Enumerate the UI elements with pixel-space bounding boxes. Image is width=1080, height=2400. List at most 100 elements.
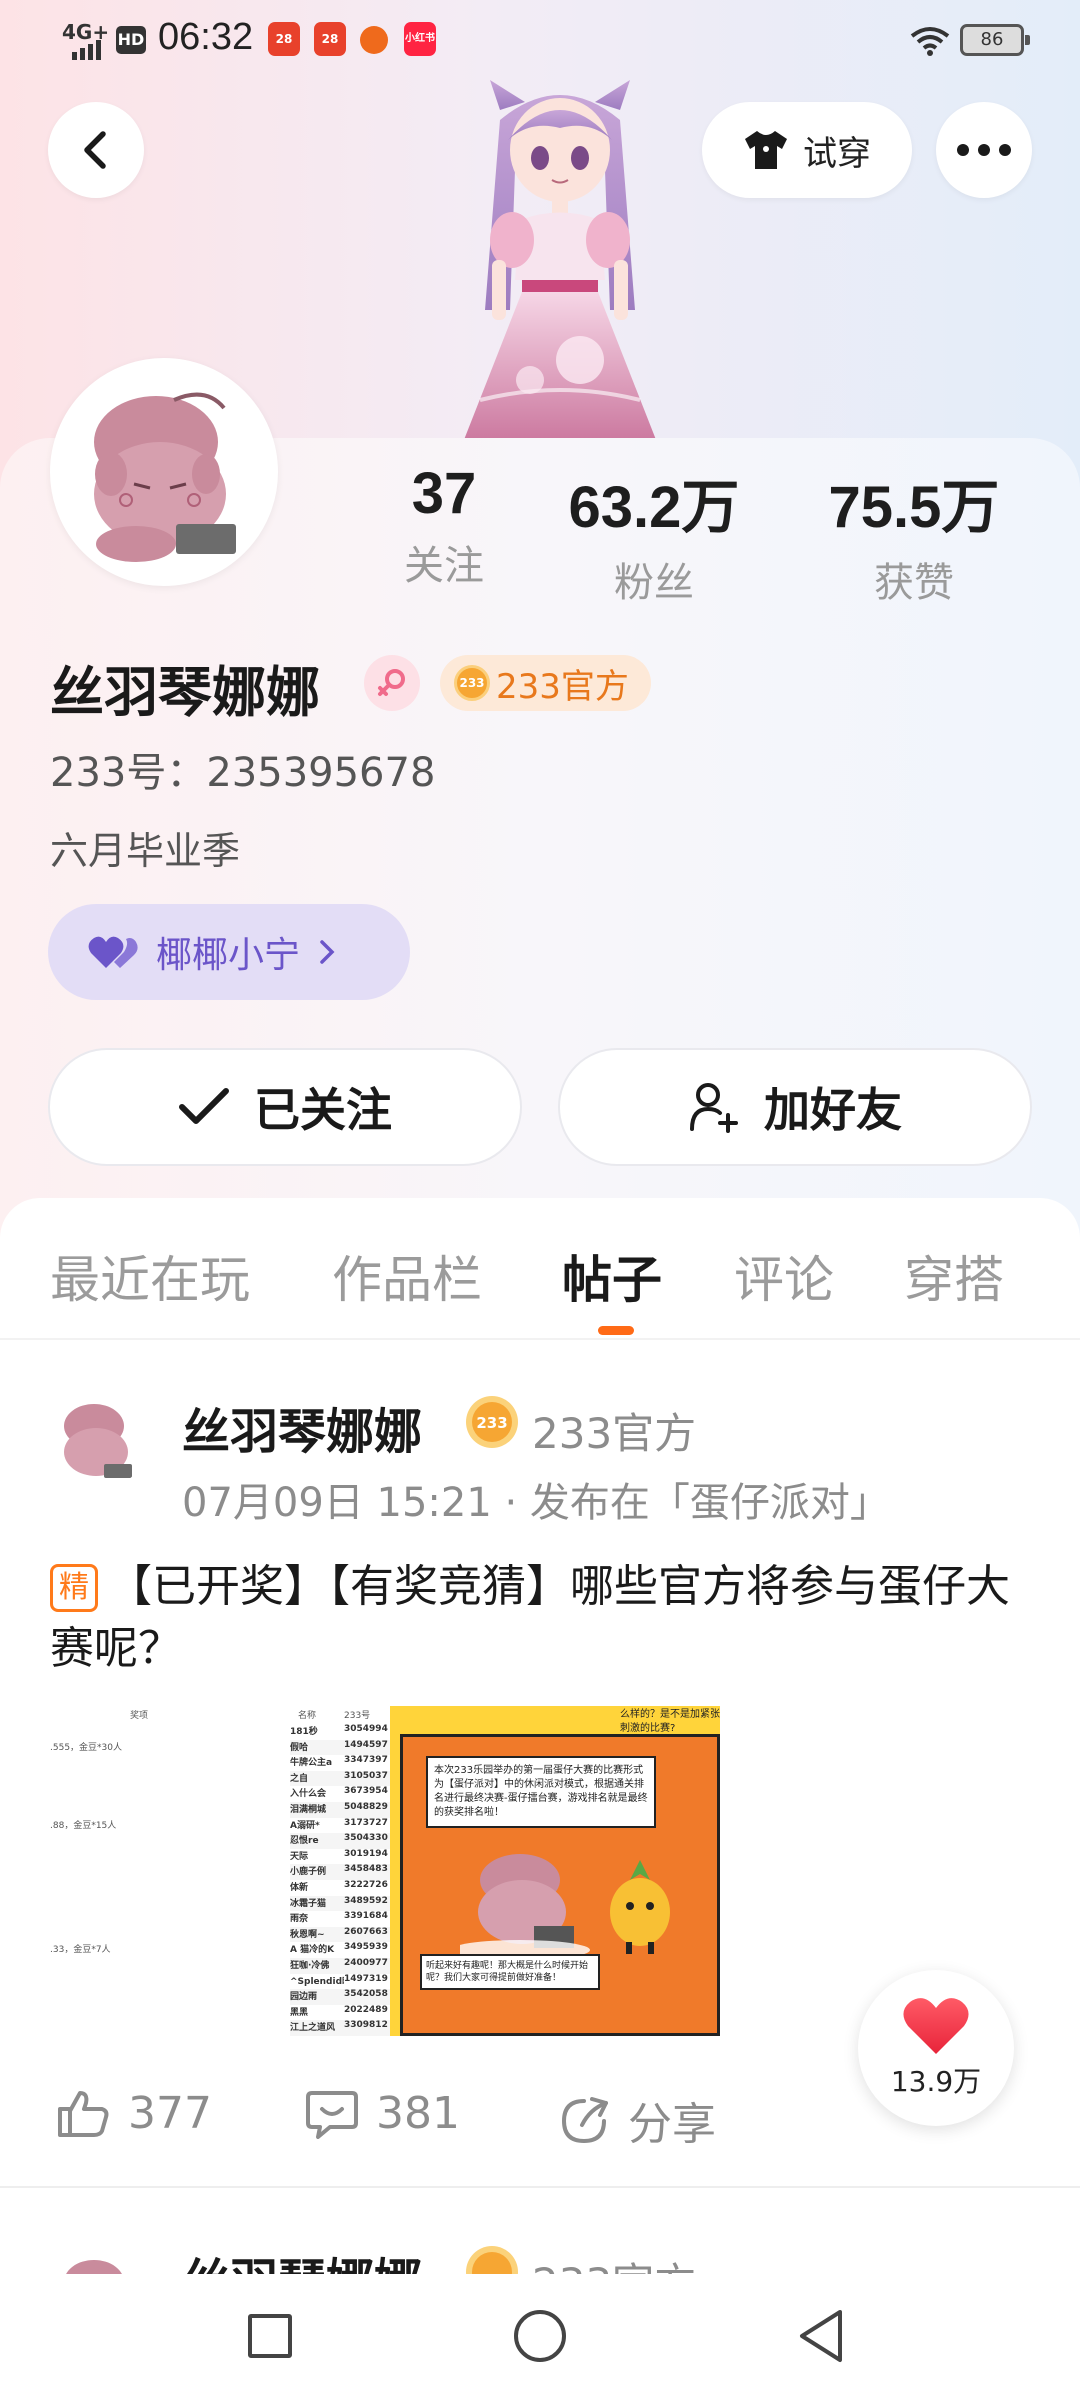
tab-outfits[interactable]: 穿搭 bbox=[904, 1240, 1004, 1312]
post-title[interactable]: 精【已开奖】【有奖竞猜】哪些官方将参与蛋仔大赛呢？ bbox=[50, 1556, 1030, 1680]
floating-like-count: 13.9万 bbox=[890, 2065, 982, 2098]
table-cell: 雨奈 bbox=[290, 1911, 344, 1928]
table-cell: 之自 bbox=[290, 1770, 344, 1787]
table-cell: 牛牌公主a bbox=[290, 1755, 344, 1772]
stat-likes[interactable]: 75.5万 获赞 bbox=[814, 460, 1014, 608]
tab-comments[interactable]: 评论 bbox=[734, 1240, 834, 1312]
table-cell: 3222726 bbox=[344, 1880, 390, 1896]
more-button[interactable] bbox=[936, 102, 1032, 198]
try-on-button[interactable]: 试穿 bbox=[702, 102, 912, 198]
table-cell: 狂咖·冷佛 bbox=[290, 1958, 344, 1974]
table-cell: 3019194 bbox=[344, 1848, 390, 1865]
tab-posts[interactable]: 帖子 bbox=[562, 1240, 662, 1312]
bio: 六月毕业季 bbox=[50, 829, 241, 873]
table-cell: 忍恨re bbox=[290, 1833, 344, 1850]
back-button[interactable] bbox=[48, 102, 144, 198]
table-cell bbox=[50, 1896, 250, 1912]
table-cell: .555，金豆*30人 bbox=[50, 1742, 122, 1753]
table-cell: 3504330 bbox=[344, 1833, 390, 1850]
battery-icon: 86 bbox=[960, 24, 1030, 56]
comic-image: 么样的？是不是加紧张刺激的比赛? 本次233乐园举办的第一届蛋仔大赛的比赛形式为… bbox=[390, 1706, 720, 2036]
try-on-label: 试穿 bbox=[803, 133, 871, 174]
add-friend-button[interactable]: 加好友 bbox=[558, 1048, 1032, 1166]
table-cell bbox=[50, 2005, 250, 2021]
thumbs-up-icon bbox=[58, 2090, 109, 2137]
post-title-text: 【已开奖】【有奖竞猜】哪些官方将参与蛋仔大赛呢？ bbox=[50, 1561, 1010, 1674]
followed-button[interactable]: 已关注 bbox=[48, 1048, 522, 1166]
table-header-cell: 名称 bbox=[298, 1711, 317, 1721]
home-button[interactable] bbox=[514, 2310, 566, 2362]
fans-count: 63.2万 bbox=[568, 475, 740, 540]
comic-top-text: 么样的？是不是加紧张刺激的比赛? bbox=[620, 1709, 720, 1734]
chevron-left-icon bbox=[84, 131, 106, 169]
table-cell bbox=[50, 1958, 250, 1974]
tab-works[interactable]: 作品栏 bbox=[332, 1240, 482, 1312]
post-author-name[interactable]: 丝羽琴娜娜 bbox=[182, 1392, 422, 1462]
official-badge-label: 233官方 bbox=[496, 666, 629, 707]
like-action[interactable]: 377 bbox=[56, 2088, 212, 2139]
female-icon bbox=[364, 655, 420, 711]
comic-bubble: 本次233乐园举办的第一届蛋仔大赛的比赛形式为【蛋仔派对】中的休闲派对模式，根据… bbox=[426, 1756, 656, 1828]
table-cell bbox=[50, 1911, 250, 1927]
more-dots-icon bbox=[957, 144, 1011, 156]
table-cell: A溺研* bbox=[290, 1817, 344, 1834]
featured-tag: 精 bbox=[50, 1564, 98, 1612]
comment-action[interactable]: 381 bbox=[306, 2088, 460, 2139]
character-figure bbox=[460, 80, 660, 450]
table-cell: 小鹿子例 bbox=[290, 1864, 344, 1881]
table-cell: 2607663 bbox=[344, 1926, 390, 1943]
table-cell bbox=[50, 1927, 250, 1943]
table-cell: 181秒 bbox=[290, 1724, 344, 1740]
heart-icon bbox=[903, 1998, 969, 2054]
table-cell: 假哈 bbox=[290, 1739, 344, 1756]
stat-following[interactable]: 37 关注 bbox=[344, 460, 544, 591]
table-cell: 1494597 bbox=[344, 1739, 390, 1756]
app-icon-1: 28 bbox=[268, 22, 300, 56]
table-cell: 入什么会 bbox=[290, 1786, 344, 1803]
share-label: 分享 bbox=[628, 2099, 716, 2150]
avatar[interactable] bbox=[50, 358, 278, 586]
table-cell: 3105037 bbox=[344, 1770, 390, 1787]
results-table-image: 奖项 名称 233号 181秒 3054994 .555，金豆*30人 假哈 14945… bbox=[50, 1706, 390, 2036]
fans-label: 粉丝 bbox=[614, 560, 694, 606]
following-label: 关注 bbox=[404, 543, 484, 589]
comment-icon bbox=[306, 2090, 358, 2139]
post-image[interactable]: 奖项 名称 233号 181秒 3054994 .555，金豆*30人 假哈 14945… bbox=[50, 1706, 720, 2036]
profile-name: 丝羽琴娜娜 bbox=[50, 661, 320, 724]
active-tab-indicator bbox=[598, 1326, 634, 1335]
table-cell: A 猫冷的K bbox=[290, 1942, 344, 1959]
table-cell: 3542058 bbox=[344, 1989, 390, 2006]
add-friend-label: 加好友 bbox=[764, 1083, 902, 1137]
next-post-avatar bbox=[66, 2260, 122, 2274]
back-triangle-icon[interactable] bbox=[796, 2308, 846, 2364]
comic-bubble-2: 听起来好有趣呢！那大概是什么时候开始呢？我们大家可得提前做好准备！ bbox=[420, 1954, 600, 1990]
divider bbox=[0, 2186, 1080, 2188]
post-author-avatar[interactable] bbox=[48, 1390, 148, 1490]
official-coin-icon: 233 bbox=[454, 665, 490, 701]
table-cell bbox=[50, 1755, 250, 1771]
table-cell: .33，金豆*7人 bbox=[50, 1945, 111, 1956]
table-cell: 3309812 bbox=[344, 2020, 390, 2036]
companion-chip[interactable]: 椰椰小宁 bbox=[48, 904, 410, 1000]
app-icon-4: 小红书 bbox=[404, 22, 436, 56]
table-cell: 1497319 bbox=[344, 1973, 390, 1990]
likes-label: 获赞 bbox=[874, 560, 954, 606]
table-cell: 3054994 bbox=[344, 1724, 390, 1740]
table-cell: 园边雨 bbox=[290, 1989, 344, 2006]
mascot-avatar-image bbox=[56, 364, 272, 580]
next-post-author: 丝羽琴娜娜 bbox=[182, 2242, 422, 2274]
app-icon-2: 28 bbox=[314, 22, 346, 56]
table-header-cell: 奖项 bbox=[130, 1711, 149, 1721]
table-cell bbox=[50, 1880, 250, 1896]
like-count: 377 bbox=[128, 2088, 212, 2139]
stat-fans[interactable]: 63.2万 粉丝 bbox=[554, 460, 754, 608]
table-cell: 秋恩啊~ bbox=[290, 1926, 344, 1943]
double-heart-icon bbox=[88, 936, 138, 968]
comic-pineapple bbox=[610, 1860, 670, 1954]
share-action[interactable]: 分享 bbox=[560, 2088, 716, 2152]
table-cell: 江上之道风 bbox=[290, 2020, 344, 2036]
table-cell: 3391684 bbox=[344, 1911, 390, 1928]
recents-button[interactable] bbox=[248, 2314, 292, 2358]
floating-like-button[interactable]: 13.9万 bbox=[858, 1970, 1014, 2126]
tab-recently-played[interactable]: 最近在玩 bbox=[50, 1240, 250, 1312]
